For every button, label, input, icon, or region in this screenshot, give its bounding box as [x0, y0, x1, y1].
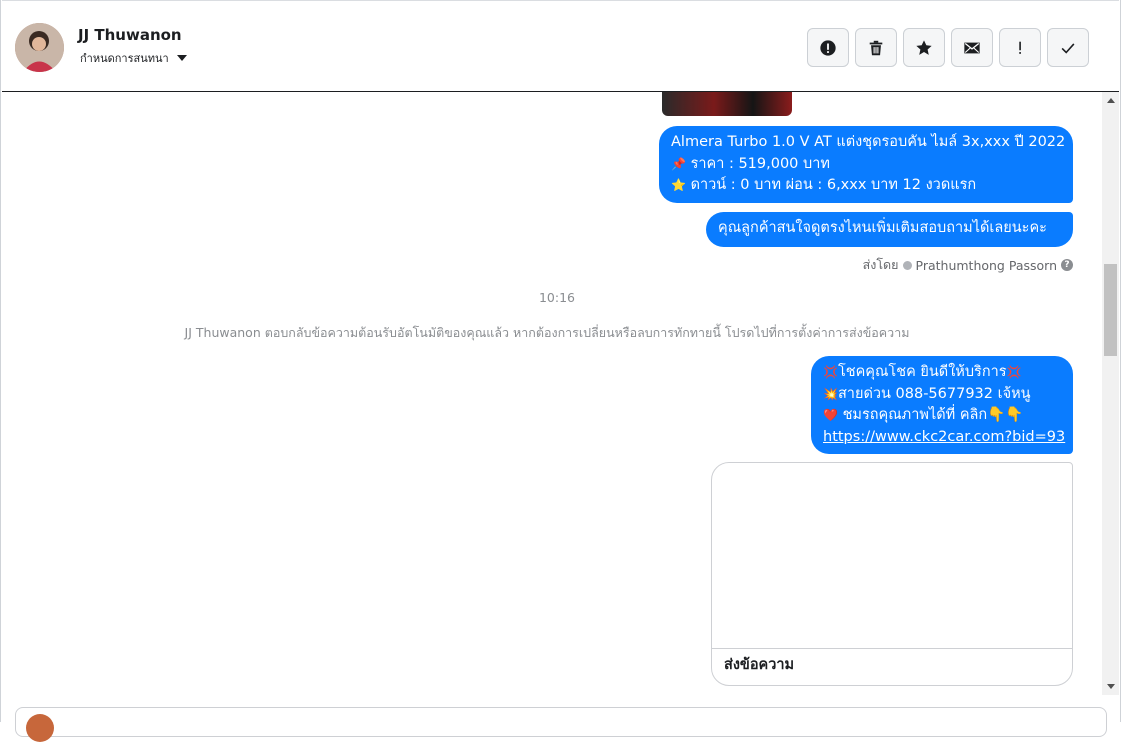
contact-avatar[interactable]: [15, 23, 64, 72]
message-thread[interactable]: Almera Turbo 1.0 V AT แต่งชุดรอบคัน ไมล์…: [2, 92, 1102, 695]
send-message-card-button[interactable]: ส่งข้อความ: [712, 648, 1072, 685]
assign-label: กำหนดการสนทนา: [80, 52, 169, 65]
agent-status-icon: [902, 260, 912, 270]
promo-line-3-row: ❤️ ชมรถคุณภาพได้ที่ คลิก👇👇: [823, 405, 1061, 427]
exclamation-icon: [1019, 41, 1021, 54]
agent-avatar: [26, 714, 54, 742]
listing-line-3-row: ⭐ ดาวน์ : 0 บาท ผ่อน : 6,xxx บาท 12 งวดแ…: [671, 175, 1061, 197]
promo-line-1-row: 💢โชคคุณโชค ยินดีให้บริการ💢: [823, 362, 1061, 384]
scrollbar-thumb[interactable]: [1104, 264, 1117, 356]
star-icon: [916, 39, 932, 55]
contact-name[interactable]: JJ Thuwanon: [78, 26, 182, 44]
anger-emoji-icon: 💢: [823, 365, 838, 379]
checkmark-icon: [1061, 42, 1075, 54]
avatar-photo: [15, 23, 64, 72]
promo-line-3: ชมรถคุณภาพได้ที่ คลิก👇👇: [842, 407, 1024, 423]
header-actions: [807, 28, 1089, 67]
promo-line-1: โชคคุณโชค ยินดีให้บริการ: [837, 364, 1007, 380]
scroll-down-arrow-icon[interactable]: [1107, 684, 1115, 689]
mark-unread-button[interactable]: [951, 28, 993, 67]
scroll-up-arrow-icon[interactable]: [1107, 98, 1115, 103]
caret-down-icon: [176, 55, 187, 61]
collision-emoji-icon: 💥: [823, 386, 838, 401]
trash-icon: [869, 40, 883, 55]
listing-line-1: Almera Turbo 1.0 V AT แต่งชุดรอบคัน ไมล์…: [671, 134, 1066, 150]
report-button[interactable]: [807, 28, 849, 67]
listing-line-2: ราคา : 519,000 บาท: [690, 155, 830, 172]
flag-button[interactable]: [999, 28, 1041, 67]
promo-link-row: https://www.ckc2car.com?bid=93: [823, 427, 1065, 449]
heart-emoji-icon: ❤️: [823, 408, 838, 422]
link-preview-card[interactable]: ส่งข้อความ: [711, 462, 1073, 686]
message-composer[interactable]: [15, 707, 1107, 742]
alert-circle-icon: [820, 39, 836, 56]
system-notice: JJ Thuwanon ตอบกลับข้อความต้อนรับอัตโนมั…: [184, 325, 910, 340]
done-button[interactable]: [1047, 28, 1089, 67]
delete-button[interactable]: [855, 28, 897, 67]
thread-scrollbar[interactable]: [1102, 92, 1119, 695]
conversation-header: JJ Thuwanon กำหนดการสนทนา: [2, 0, 1119, 92]
message-timestamp: 10:16: [538, 290, 576, 305]
car-photo-attachment[interactable]: [662, 92, 792, 116]
inquiry-message[interactable]: คุณลูกค้าสนใจดูตรงไหนเพิ่มเติมสอบถามได้เ…: [706, 212, 1073, 247]
conversation-panel: JJ Thuwanon กำหนดการสนทนา Almera Turbo 1…: [0, 0, 1121, 742]
sent-by-label: ส่งโดย: [862, 257, 899, 272]
car-listing-message[interactable]: Almera Turbo 1.0 V AT แต่งชุดรอบคัน ไมล์…: [659, 126, 1073, 203]
promo-line-2: สายด่วน 088-5677932 เจ้หนู: [837, 385, 1031, 402]
pushpin-icon: 📌: [671, 156, 686, 171]
star-emoji-icon: ⭐: [671, 178, 686, 192]
assign-conversation-dropdown[interactable]: กำหนดการสนทนา: [80, 49, 187, 67]
star-button[interactable]: [903, 28, 945, 67]
promo-link[interactable]: https://www.ckc2car.com?bid=93: [823, 429, 1065, 445]
envelope-icon: [964, 42, 980, 53]
help-icon[interactable]: ?: [1061, 259, 1073, 271]
listing-line-2-row: 📌 ราคา : 519,000 บาท: [671, 154, 1061, 176]
sent-by-name[interactable]: Prathumthong Passorn: [916, 258, 1058, 273]
promo-message[interactable]: 💢โชคคุณโชค ยินดีให้บริการ💢 💥สายด่วน 088-…: [811, 356, 1073, 454]
sent-by-line: ส่งโดย Prathumthong Passorn ?: [863, 255, 1073, 275]
anger-emoji-icon-end: 💢: [1006, 365, 1022, 379]
promo-line-2-row: 💥สายด่วน 088-5677932 เจ้หนู: [823, 384, 1061, 406]
listing-line-3: ดาวน์ : 0 บาท ผ่อน : 6,xxx บาท 12 งวดแรก: [690, 177, 977, 193]
